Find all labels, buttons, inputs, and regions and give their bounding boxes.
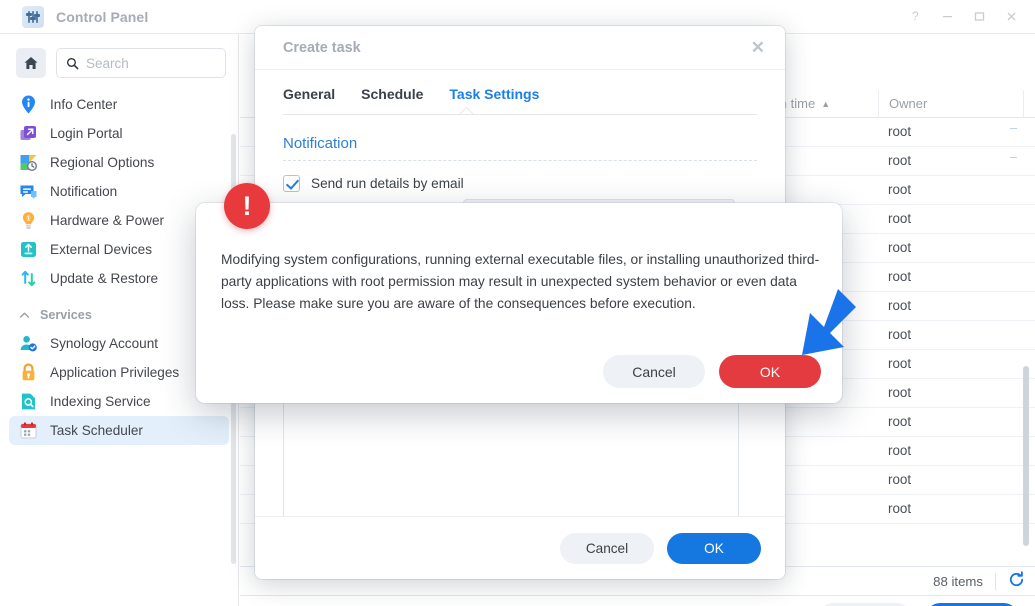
tab-label: Task Settings bbox=[449, 86, 540, 102]
sidebar-item-label: Regional Options bbox=[50, 155, 155, 170]
search-icon bbox=[66, 57, 79, 69]
warning-ok-button[interactable]: OK bbox=[719, 355, 821, 388]
sidebar-item-task-scheduler[interactable]: Task Scheduler bbox=[9, 416, 229, 445]
warning-message: Modifying system configurations, running… bbox=[221, 252, 820, 311]
svg-text:1: 1 bbox=[27, 215, 31, 222]
maximize-button[interactable] bbox=[963, 2, 995, 32]
owner-cell: root bbox=[888, 269, 912, 284]
hardware-power-icon: 1 bbox=[18, 210, 39, 231]
send-run-details-row[interactable]: Send run details by email bbox=[283, 175, 757, 192]
dialog-tabs: General Schedule Task Settings bbox=[255, 70, 785, 123]
sidebar-item-label: Application Privileges bbox=[50, 365, 180, 380]
owner-cell: root bbox=[888, 414, 912, 429]
sidebar-item-label: Notification bbox=[50, 184, 118, 199]
row-dash bbox=[1010, 128, 1017, 129]
owner-cell: root bbox=[888, 443, 912, 458]
owner-cell: root bbox=[888, 385, 912, 400]
tab-general[interactable]: General bbox=[283, 86, 335, 115]
column-header-label: Owner bbox=[889, 96, 928, 111]
task-scheduler-icon bbox=[18, 420, 39, 441]
owner-cell: root bbox=[888, 182, 912, 197]
owner-cell: root bbox=[888, 153, 912, 168]
search-box[interactable] bbox=[56, 48, 226, 78]
sidebar-item-notification[interactable]: Notification bbox=[9, 177, 229, 206]
sidebar-item-info-center[interactable]: Info Center bbox=[9, 90, 229, 119]
synology-account-icon bbox=[18, 333, 39, 354]
info-center-icon bbox=[18, 94, 39, 115]
control-panel-window: Control Panel ? Search Info Center Login… bbox=[0, 0, 1035, 606]
owner-cell: root bbox=[888, 472, 912, 487]
sidebar-group-label: Services bbox=[40, 308, 92, 322]
footer-divider bbox=[995, 572, 996, 590]
tab-schedule[interactable]: Schedule bbox=[361, 86, 423, 115]
warning-cancel-button[interactable]: Cancel bbox=[603, 355, 705, 388]
create-task-titlebar: Create task ✕ bbox=[255, 26, 785, 70]
reset-button[interactable]: Reset bbox=[818, 602, 912, 606]
external-devices-icon bbox=[18, 239, 39, 260]
regional-options-icon bbox=[18, 152, 39, 173]
column-header-spacer bbox=[1023, 89, 1035, 118]
notification-icon bbox=[18, 181, 39, 202]
owner-cell: root bbox=[888, 240, 912, 255]
owner-cell: root bbox=[888, 211, 912, 226]
search-input[interactable] bbox=[86, 55, 216, 71]
indexing-service-icon bbox=[18, 391, 39, 412]
owner-cell: root bbox=[888, 124, 912, 139]
sidebar-item-label: Info Center bbox=[50, 97, 118, 112]
sidebar-item-label: Login Portal bbox=[50, 126, 123, 141]
cancel-button[interactable]: Cancel bbox=[560, 532, 654, 564]
sidebar-item-label: Update & Restore bbox=[50, 271, 159, 286]
refresh-icon[interactable] bbox=[1008, 571, 1025, 591]
application-privileges-icon bbox=[18, 362, 39, 383]
sidebar-toolbar bbox=[0, 34, 238, 88]
table-scrollbar[interactable] bbox=[1023, 366, 1029, 546]
sidebar-item-label: Task Scheduler bbox=[50, 423, 143, 438]
sidebar-item-label: Synology Account bbox=[50, 336, 159, 351]
sidebar-item-login-portal[interactable]: Login Portal bbox=[9, 119, 229, 148]
owner-cell: root bbox=[888, 501, 912, 516]
warning-actions: Cancel OK bbox=[603, 355, 821, 388]
sidebar-item-regional-options[interactable]: Regional Options bbox=[9, 148, 229, 177]
help-button[interactable]: ? bbox=[899, 2, 931, 32]
tabs-underline bbox=[283, 114, 757, 115]
page-action-bar: Reset Apply bbox=[240, 596, 1035, 606]
window-controls: ? bbox=[899, 2, 1035, 32]
update-restore-icon bbox=[18, 268, 39, 289]
warning-dialog: ! Modifying system configurations, runni… bbox=[196, 183, 842, 403]
send-run-details-label: Send run details by email bbox=[311, 176, 464, 191]
notification-section-title: Notification bbox=[283, 135, 757, 161]
chevron-up-icon bbox=[19, 312, 30, 318]
sidebar-item-label: Hardware & Power bbox=[50, 213, 165, 228]
close-button[interactable] bbox=[995, 2, 1027, 32]
minimize-button[interactable] bbox=[931, 2, 963, 32]
dialog-title: Create task bbox=[283, 39, 361, 56]
login-portal-icon bbox=[18, 123, 39, 144]
sort-ascending-icon: ▲ bbox=[821, 98, 831, 109]
send-run-details-checkbox[interactable] bbox=[283, 175, 300, 192]
sidebar-item-label: Indexing Service bbox=[50, 394, 151, 409]
owner-cell: root bbox=[888, 298, 912, 313]
warning-exclamation-icon: ! bbox=[224, 183, 270, 229]
window-title: Control Panel bbox=[56, 8, 149, 25]
apply-button[interactable]: Apply bbox=[925, 602, 1019, 606]
home-button[interactable] bbox=[16, 48, 46, 78]
svg-text:?: ? bbox=[912, 10, 919, 23]
sidebar-item-label: External Devices bbox=[50, 242, 152, 257]
control-panel-app-icon bbox=[22, 5, 44, 28]
create-task-footer: Cancel OK bbox=[255, 516, 785, 579]
column-header-owner[interactable]: Owner bbox=[878, 89, 1023, 118]
owner-cell: root bbox=[888, 356, 912, 371]
tab-task-settings[interactable]: Task Settings bbox=[449, 86, 540, 123]
close-icon[interactable]: ✕ bbox=[745, 35, 771, 60]
items-count: 88 items bbox=[933, 573, 983, 589]
row-dash bbox=[1010, 157, 1017, 158]
ok-button[interactable]: OK bbox=[667, 532, 761, 564]
home-icon bbox=[24, 57, 38, 69]
owner-cell: root bbox=[888, 327, 912, 342]
